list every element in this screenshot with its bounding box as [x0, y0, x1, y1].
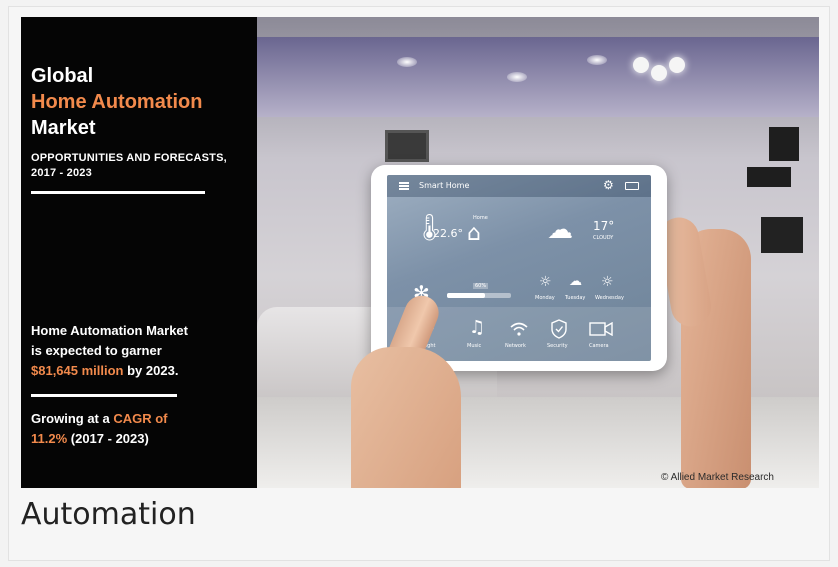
bottom-item-label: Camera — [589, 343, 609, 349]
ceiling-light — [587, 55, 607, 65]
ceiling-light — [397, 57, 417, 67]
left-hand — [351, 347, 461, 488]
camera-icon[interactable] — [589, 322, 613, 336]
image-caption: Automation — [21, 497, 196, 532]
ceiling-light — [507, 72, 527, 82]
wall-picture — [385, 130, 429, 162]
bottom-item-label: Music — [467, 343, 482, 349]
wall-shelf — [747, 167, 791, 187]
forecast-day: Wednesday — [595, 295, 624, 301]
outdoor-temperature: 17° — [593, 219, 615, 233]
forecast-day: Tuesday — [565, 295, 586, 301]
shield-icon[interactable] — [551, 319, 567, 339]
stat2-line1: Growing at a CAGR of — [31, 409, 168, 429]
sun-icon: ☼ — [601, 274, 614, 290]
stat2-prefix: Growing at a — [31, 411, 114, 426]
stat-divider — [31, 394, 177, 397]
chandelier — [629, 47, 689, 107]
television — [761, 217, 803, 253]
cagr-value-highlight: 11.2% — [31, 431, 68, 446]
fan-slider-fill — [447, 293, 486, 298]
bottom-item-label: Security — [547, 343, 568, 349]
menu-icon — [399, 182, 409, 190]
banner-subtitle: OPPORTUNITIES AND FORECASTS, — [31, 152, 227, 164]
stat1-line3: $81,645 million by 2023. — [31, 361, 178, 381]
banner-title-highlight: Home Automation — [31, 91, 203, 113]
indoor-temperature: 22.6° — [433, 227, 463, 240]
bottom-item-label: Network — [505, 343, 526, 349]
market-banner-image: Smart Home ⚙ 🌡 22.6° Home ⌂ ☁ 17° CLOUDY… — [21, 17, 819, 488]
cloud-sun-icon: ☁ — [547, 215, 573, 245]
wall-shelf — [769, 127, 799, 161]
banner-title-line1: Global — [31, 65, 94, 87]
battery-icon — [625, 182, 639, 190]
fan-level: 60% — [473, 283, 489, 289]
copyright-notice: © Allied Market Research — [661, 472, 774, 483]
sun-icon: ☼ — [539, 274, 552, 290]
cagr-label-highlight: CAGR of — [113, 411, 168, 426]
banner-title-line3: Market — [31, 117, 96, 139]
weather-description: CLOUDY — [593, 235, 614, 241]
fan-slider[interactable] — [447, 293, 511, 298]
market-value-highlight: $81,645 million — [31, 363, 124, 378]
stat1-line1: Home Automation Market — [31, 323, 188, 338]
forecast-day: Monday — [535, 295, 555, 301]
stat1-suffix: by 2023. — [123, 363, 179, 378]
ceiling — [257, 37, 819, 117]
rain-cloud-icon: ☁ — [569, 274, 582, 289]
gear-icon: ⚙ — [603, 178, 614, 192]
app-title: Smart Home — [419, 181, 470, 190]
wifi-icon[interactable] — [509, 321, 529, 337]
stat2-period: (2017 - 2023) — [67, 431, 149, 446]
stat1-line2: is expected to garner — [31, 343, 162, 358]
house-icon: ⌂ — [467, 221, 481, 246]
music-note-icon[interactable]: ♫ — [469, 319, 485, 337]
stat2-line2: 11.2% (2017 - 2023) — [31, 429, 149, 449]
banner-divider — [31, 191, 205, 194]
banner-subtitle-years: 2017 - 2023 — [31, 167, 92, 179]
